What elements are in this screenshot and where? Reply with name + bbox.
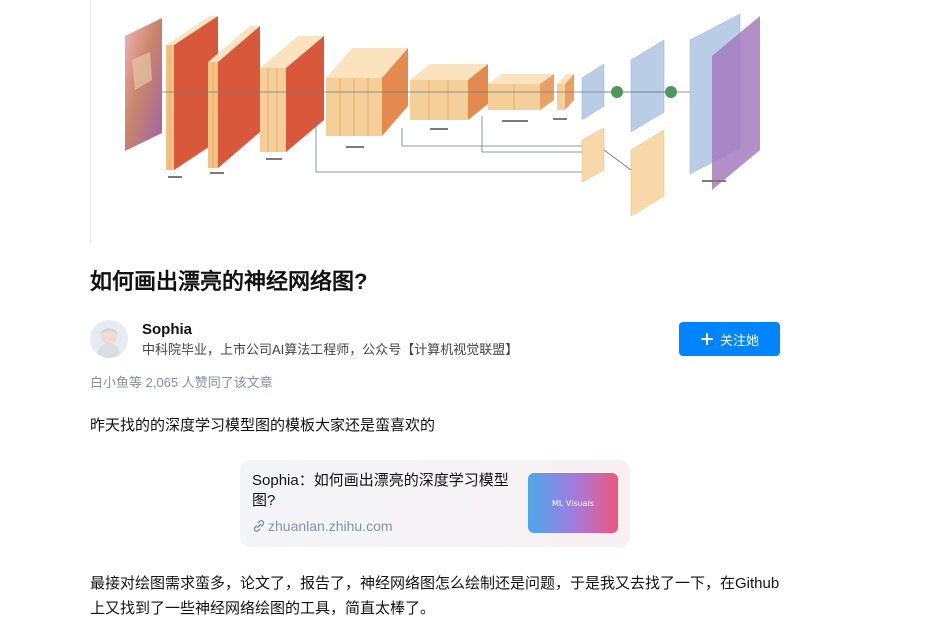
plus-icon <box>700 333 713 345</box>
author-name[interactable]: Sophia <box>142 320 192 340</box>
avatar[interactable] <box>90 320 128 358</box>
author-card: Sophia 中科院毕业，上市公司AI算法工程师，公众号【计算机视觉联盟】 关注… <box>90 320 780 360</box>
likes-count[interactable]: 白小鱼等 2,065 人赞同了该文章 <box>90 373 273 393</box>
follow-button-label: 关注她 <box>719 332 759 348</box>
link-card-url-text: zhuanlan.zhihu.com <box>268 518 393 534</box>
link-card-thumbnail-text: ML Visuals <box>552 498 594 508</box>
author-bio: 中科院毕业，上市公司AI算法工程师，公众号【计算机视觉联盟】 <box>142 342 519 357</box>
cover-image-neural-network-diagram <box>90 0 780 243</box>
link-card[interactable]: Sophia：如何画出漂亮的深度学习模型图? zhuanlan.zhihu.co… <box>240 460 630 547</box>
article-title: 如何画出漂亮的神经网络图? <box>90 269 368 294</box>
link-card-title: Sophia：如何画出漂亮的深度学习模型图? <box>252 472 509 509</box>
link-card-thumbnail: ML Visuals <box>528 473 618 533</box>
link-icon <box>253 520 265 532</box>
paragraph-body: 最接对绘图需求蛮多，论文了，报告了，神经网络图怎么绘制还是问题，于是我又去找了一… <box>90 575 780 617</box>
link-card-url: zhuanlan.zhihu.com <box>252 516 393 536</box>
paragraph-intro: 昨天找的的深度学习模型图的模板大家还是蛮喜欢的 <box>90 417 436 434</box>
follow-button[interactable]: 关注她 <box>679 322 780 356</box>
